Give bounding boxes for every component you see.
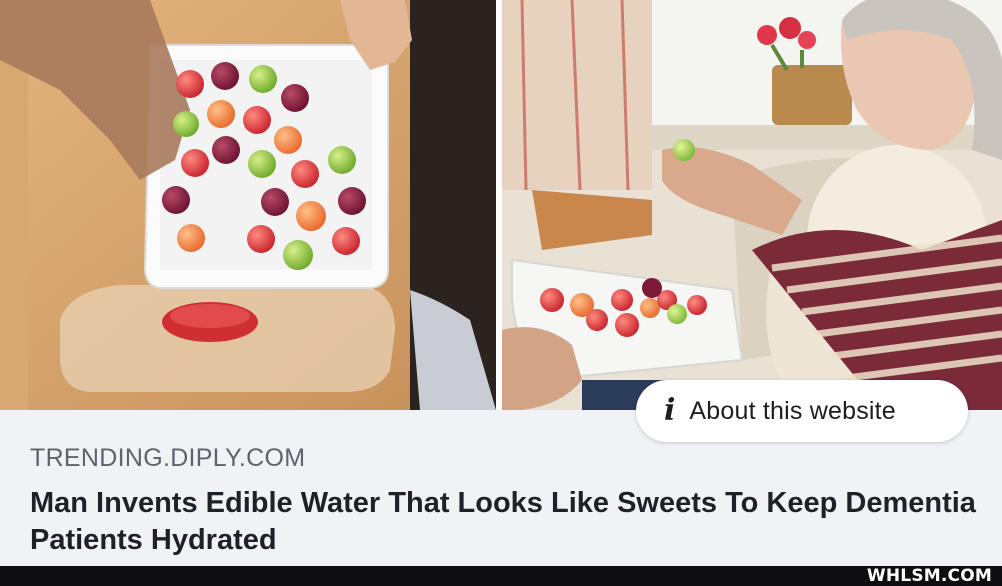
site-watermark: WHLSM.COM — [866, 566, 992, 586]
about-this-website-label: About this website — [689, 396, 896, 425]
about-this-website-button[interactable]: i About this website — [636, 380, 968, 442]
tray-photo-illustration — [0, 0, 496, 410]
footer-bar: WHLSM.COM — [0, 566, 1002, 586]
post-images[interactable] — [0, 0, 1002, 410]
photo-woman-eating-drop[interactable] — [502, 0, 1002, 410]
link-headline[interactable]: Man Invents Edible Water That Looks Like… — [30, 485, 980, 559]
info-icon: i — [664, 393, 676, 428]
photo-tray-drops[interactable] — [0, 0, 496, 410]
woman-photo-illustration — [502, 0, 1002, 410]
link-domain: TRENDING.DIPLY.COM — [30, 444, 306, 472]
